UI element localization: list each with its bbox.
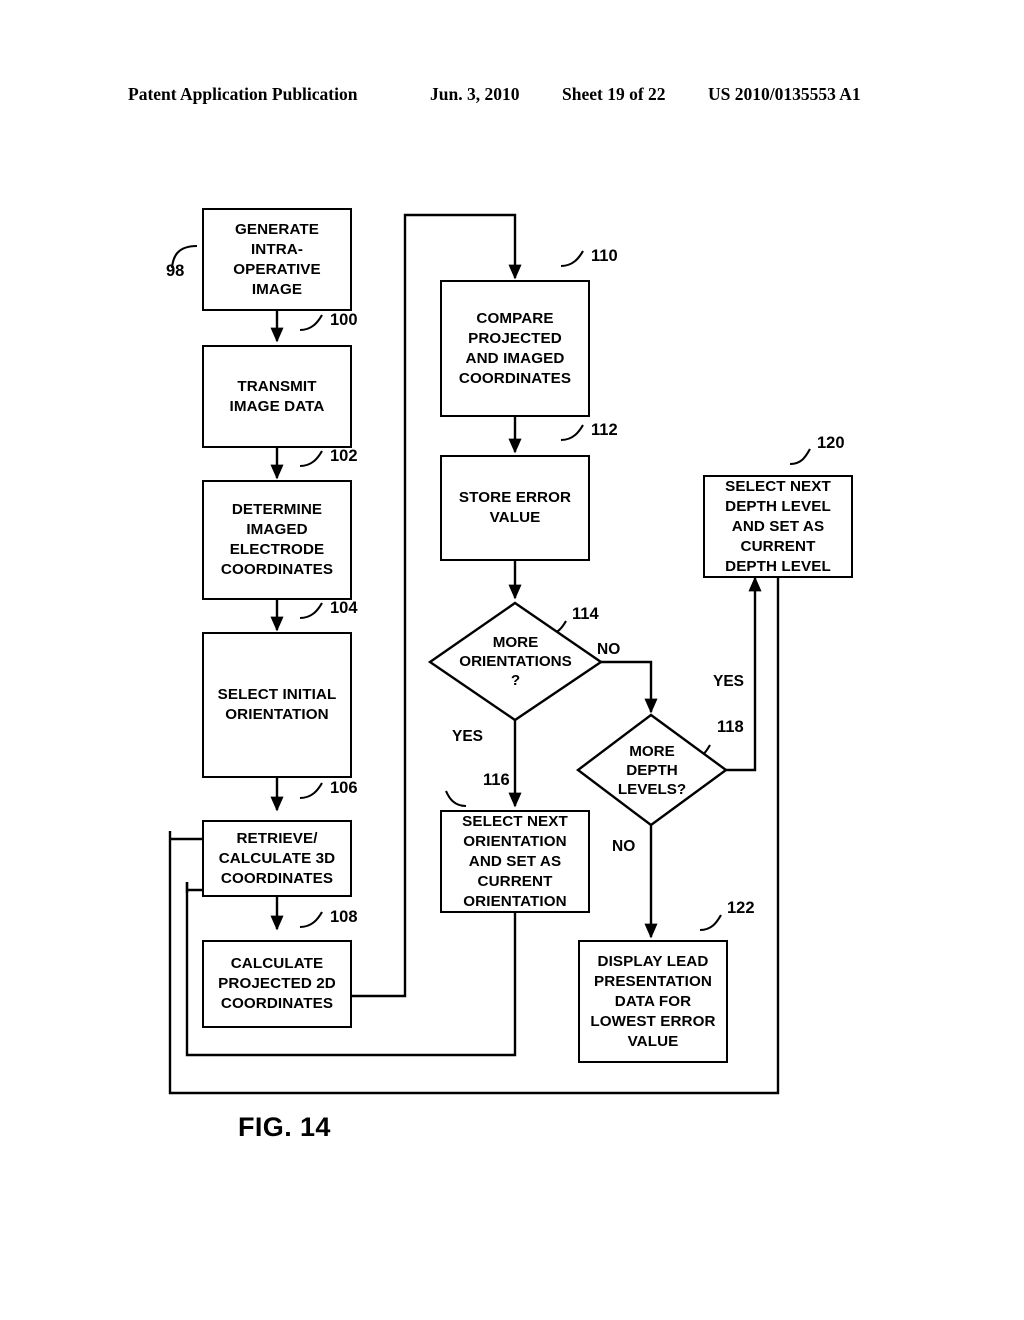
node-label: TRANSMIT IMAGE DATA <box>229 377 325 415</box>
node-display-lead-presentation-data[interactable]: DISPLAY LEAD PRESENTATION DATA FOR LOWES… <box>578 940 728 1063</box>
node-label: SELECT NEXT ORIENTATION AND SET AS CURRE… <box>462 812 568 910</box>
node-label: COMPARE PROJECTED AND IMAGED COORDINATES <box>458 309 572 387</box>
ref-numeral-118: 118 <box>717 718 744 736</box>
ref-numeral-104: 104 <box>330 599 358 617</box>
diamond-shape-118 <box>576 713 729 827</box>
node-select-next-depth-level[interactable]: SELECT NEXT DEPTH LEVEL AND SET AS CURRE… <box>703 475 853 578</box>
node-determine-imaged-electrode-coordinates[interactable]: DETERMINE IMAGED ELECTRODE COORDINATES <box>202 480 352 600</box>
node-label: GENERATE INTRA- OPERATIVE IMAGE <box>233 220 321 298</box>
ref-numeral-108: 108 <box>330 908 358 926</box>
node-generate-intraoperative-image[interactable]: GENERATE INTRA- OPERATIVE IMAGE <box>202 208 352 311</box>
figure-caption: FIG. 14 <box>238 1112 331 1142</box>
leader-108 <box>299 911 323 929</box>
edge-label-orientations-yes: YES <box>452 728 484 745</box>
node-label: SELECT NEXT DEPTH LEVEL AND SET AS CURRE… <box>725 477 831 575</box>
ref-numeral-106: 106 <box>330 779 358 797</box>
leader-106 <box>299 782 323 800</box>
edge-label-depth-yes: YES <box>713 673 745 690</box>
ref-numeral-114: 114 <box>572 605 599 623</box>
node-label: SELECT INITIAL ORIENTATION <box>217 686 337 723</box>
ref-numeral-120: 120 <box>817 434 845 452</box>
edge-label-depth-no: NO <box>612 838 636 855</box>
leader-104 <box>299 602 323 620</box>
leader-112 <box>560 424 584 442</box>
node-retrieve-calculate-3d-coordinates[interactable]: RETRIEVE/ CALCULATE 3D COORDINATES <box>202 820 352 897</box>
node-compare-projected-and-imaged-coordinates[interactable]: COMPARE PROJECTED AND IMAGED COORDINATES <box>440 280 590 417</box>
node-calculate-projected-2d-coordinates[interactable]: CALCULATE PROJECTED 2D COORDINATES <box>202 940 352 1028</box>
node-select-next-orientation[interactable]: SELECT NEXT ORIENTATION AND SET AS CURRE… <box>440 810 590 913</box>
flowchart-figure: GENERATE INTRA- OPERATIVE IMAGE TRANSMIT… <box>0 0 1024 1320</box>
ref-numeral-112: 112 <box>591 421 618 439</box>
node-label: DISPLAY LEAD PRESENTATION DATA FOR LOWES… <box>590 952 716 1050</box>
node-select-initial-orientation[interactable]: SELECT INITIAL ORIENTATION <box>202 632 352 778</box>
ref-numeral-100: 100 <box>330 311 358 329</box>
leader-100 <box>299 314 323 332</box>
flowchart-connectors <box>168 213 811 1095</box>
edge-label-orientations-no: NO <box>597 641 621 658</box>
ref-numeral-102: 102 <box>330 447 358 465</box>
node-label: STORE ERROR VALUE <box>458 489 572 526</box>
node-store-error-value[interactable]: STORE ERROR VALUE <box>440 455 590 561</box>
node-transmit-image-data[interactable]: TRANSMIT IMAGE DATA <box>202 345 352 448</box>
node-label: RETRIEVE/ CALCULATE 3D COORDINATES <box>218 829 336 887</box>
leader-102 <box>299 450 323 468</box>
leader-110 <box>560 250 584 268</box>
edge-114-no-to-118 <box>601 660 658 714</box>
ref-numeral-98: 98 <box>166 262 185 280</box>
node-label: DETERMINE IMAGED ELECTRODE COORDINATES <box>220 501 334 578</box>
leader-120 <box>789 448 811 466</box>
ref-numeral-110: 110 <box>591 247 618 265</box>
ref-numeral-122: 122 <box>727 899 755 917</box>
ref-numeral-116: 116 <box>483 771 510 789</box>
leader-122 <box>699 914 722 932</box>
node-label: CALCULATE PROJECTED 2D COORDINATES <box>218 955 336 1012</box>
leader-116 <box>445 790 467 808</box>
